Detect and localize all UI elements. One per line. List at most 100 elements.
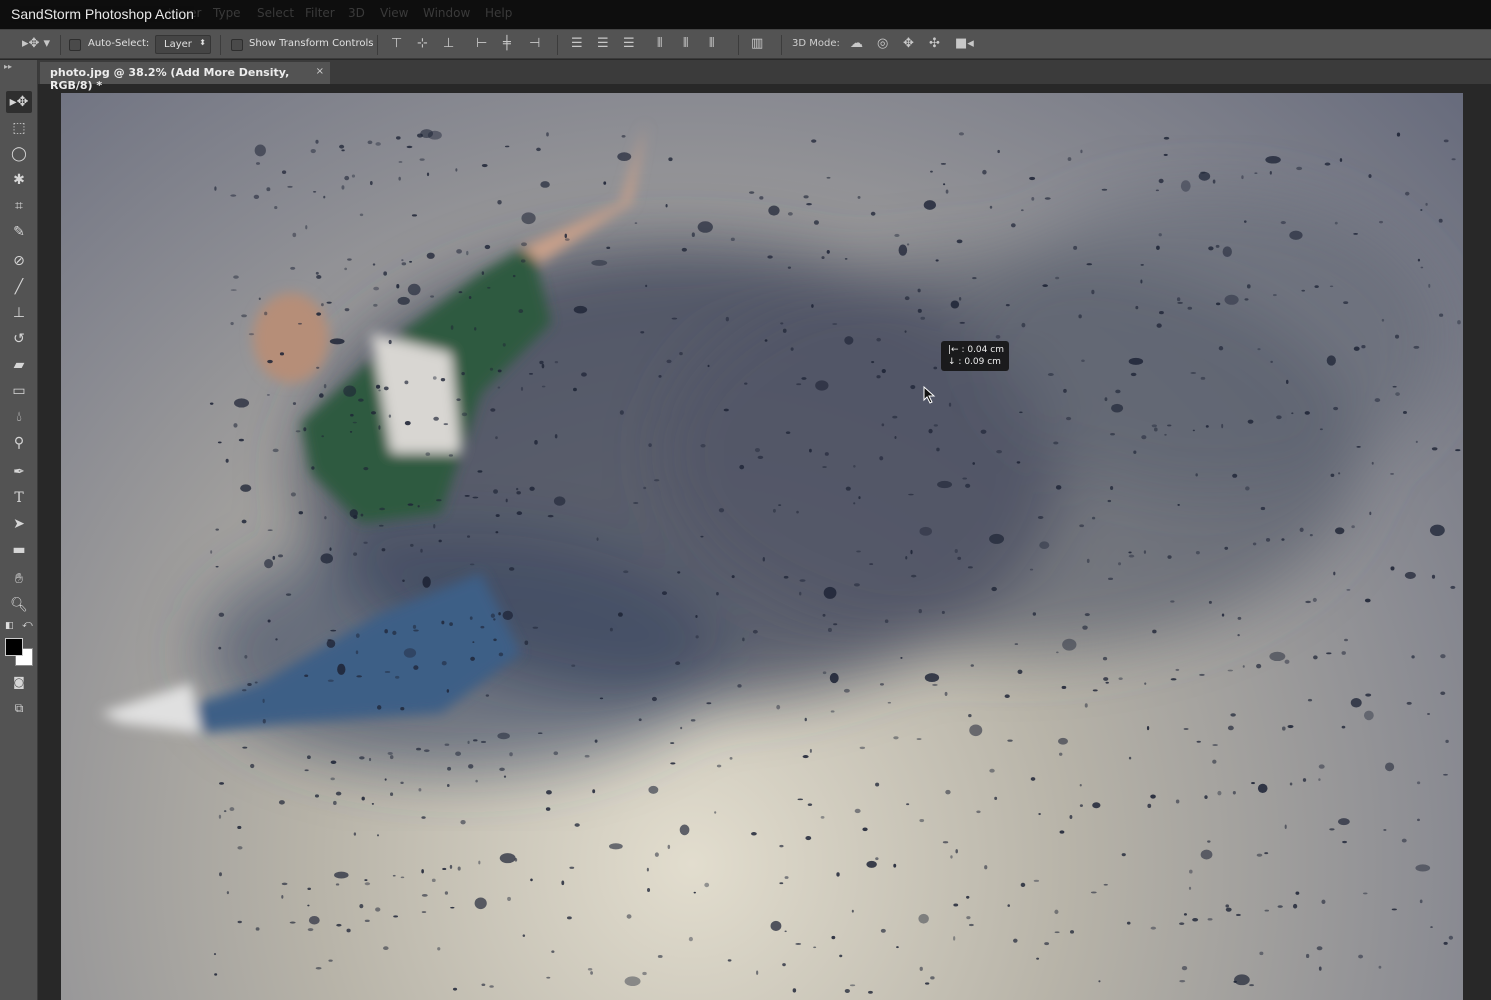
show-transform-checkbox[interactable] bbox=[231, 39, 243, 51]
particle bbox=[621, 134, 626, 138]
align-left-icon[interactable]: ⊢ bbox=[476, 37, 487, 51]
particle bbox=[432, 376, 437, 380]
particle bbox=[1020, 209, 1024, 212]
tool-brush[interactable]: ╱ bbox=[6, 276, 32, 298]
particle bbox=[297, 322, 302, 325]
particle bbox=[1341, 651, 1346, 655]
particle bbox=[321, 435, 324, 438]
auto-align-icon[interactable]: ▥ bbox=[751, 37, 763, 51]
particle bbox=[894, 436, 897, 439]
particle bbox=[461, 372, 465, 376]
screen-mode-icon[interactable]: ⧉ bbox=[6, 697, 32, 719]
particle bbox=[822, 466, 827, 468]
tool-type[interactable]: T bbox=[6, 487, 32, 509]
tool-eyedropper[interactable]: ✎ bbox=[6, 221, 32, 243]
particle bbox=[1324, 162, 1331, 166]
document-canvas[interactable] bbox=[61, 93, 1463, 1000]
particle bbox=[532, 626, 539, 629]
collapse-icon[interactable]: ▸▸ bbox=[4, 62, 12, 71]
particle bbox=[574, 823, 580, 827]
particle bbox=[452, 987, 458, 991]
menu-view[interactable]: View bbox=[380, 6, 408, 20]
tool-rectangle[interactable]: ▬ bbox=[6, 539, 32, 561]
align-vcenter-icon[interactable]: ⊹ bbox=[417, 37, 428, 51]
distribute-left-icon[interactable]: ⫴ bbox=[657, 37, 662, 51]
particle bbox=[1150, 794, 1156, 799]
tool-rectangular-marquee[interactable]: ⬚ bbox=[6, 117, 32, 139]
menu-3d[interactable]: 3D bbox=[348, 6, 365, 20]
particle bbox=[407, 503, 414, 506]
align-top-icon[interactable]: ⊤ bbox=[391, 37, 402, 51]
particle bbox=[688, 936, 693, 942]
align-bottom-icon[interactable]: ⊥ bbox=[443, 37, 454, 51]
tool-dodge[interactable]: ⚲ bbox=[6, 432, 32, 454]
particle bbox=[1147, 803, 1152, 809]
3d-scale-icon[interactable]: ■◂ bbox=[955, 37, 974, 51]
menu-window[interactable]: Window bbox=[423, 6, 470, 20]
particle bbox=[493, 489, 498, 494]
particle bbox=[512, 274, 516, 278]
close-tab-icon[interactable]: × bbox=[316, 66, 324, 77]
distribute-hcenter-icon[interactable]: ⫴ bbox=[683, 37, 688, 51]
particle bbox=[1319, 428, 1323, 431]
3d-pan-icon[interactable]: ✥ bbox=[903, 37, 914, 51]
tool-clone-stamp[interactable]: ⊥ bbox=[6, 302, 32, 324]
particle bbox=[305, 225, 308, 230]
particle bbox=[1257, 348, 1261, 351]
particle bbox=[497, 732, 510, 740]
tool-path-selection[interactable]: ➤ bbox=[6, 513, 32, 535]
swap-colors-icon[interactable]: ⤺ bbox=[22, 619, 33, 630]
distribute-top-icon[interactable]: ☰ bbox=[571, 37, 583, 51]
particle bbox=[1135, 305, 1139, 310]
particle bbox=[1256, 663, 1262, 669]
tool-spot-healing-brush[interactable]: ⊘ bbox=[6, 250, 32, 272]
particle bbox=[384, 778, 387, 781]
particle bbox=[1443, 139, 1449, 143]
menu-type[interactable]: Type bbox=[213, 6, 241, 20]
menu-select[interactable]: Select bbox=[257, 6, 294, 20]
particle bbox=[267, 529, 273, 532]
particle bbox=[1302, 778, 1307, 782]
distribute-bottom-icon[interactable]: ☰ bbox=[623, 37, 635, 51]
default-colors-icon[interactable]: ◧ bbox=[5, 621, 14, 631]
tool-blur[interactable]: 💧︎ bbox=[6, 406, 32, 428]
tool-gradient[interactable]: ▭ bbox=[6, 380, 32, 402]
quick-mask-icon[interactable]: ◙ bbox=[6, 671, 32, 693]
align-hcenter-icon[interactable]: ╪ bbox=[503, 37, 511, 51]
particle bbox=[894, 233, 900, 237]
tool-zoom[interactable]: 🔍︎ bbox=[6, 594, 32, 616]
particle bbox=[499, 853, 516, 864]
particle bbox=[272, 555, 276, 560]
foreground-color-swatch[interactable] bbox=[5, 638, 23, 656]
align-right-icon[interactable]: ⊣ bbox=[529, 37, 540, 51]
particle bbox=[935, 259, 939, 262]
3d-slide-icon[interactable]: ✣ bbox=[929, 37, 940, 51]
tool-move[interactable]: ▸✥ bbox=[6, 91, 32, 113]
particle bbox=[1455, 449, 1461, 452]
tool-pen[interactable]: ✒ bbox=[6, 461, 32, 483]
menu-help[interactable]: Help bbox=[485, 6, 512, 20]
tool-lasso[interactable]: ◯ bbox=[6, 143, 32, 165]
distribute-right-icon[interactable]: ⫴ bbox=[709, 37, 714, 51]
particle bbox=[1429, 524, 1445, 537]
menu-filter[interactable]: Filter bbox=[305, 6, 335, 20]
auto-select-checkbox[interactable] bbox=[69, 39, 81, 51]
tool-eraser[interactable]: ▰ bbox=[6, 354, 32, 376]
tool-magic-wand[interactable]: ✱ bbox=[6, 169, 32, 191]
particle bbox=[1246, 284, 1251, 289]
tool-crop[interactable]: ⌗ bbox=[6, 195, 32, 217]
particle bbox=[1440, 654, 1446, 659]
distribute-vcenter-icon[interactable]: ☰ bbox=[597, 37, 609, 51]
divider bbox=[557, 35, 558, 55]
particle bbox=[468, 764, 474, 769]
particle bbox=[541, 363, 545, 369]
tool-history-brush[interactable]: ↺ bbox=[6, 328, 32, 350]
tool-hand[interactable]: ✋︎ bbox=[6, 568, 32, 590]
particle bbox=[857, 195, 861, 199]
3d-rotate-icon[interactable]: ☁ bbox=[850, 37, 863, 51]
3d-roll-icon[interactable]: ◎ bbox=[877, 37, 888, 51]
layer-select[interactable]: Layer ⬍ bbox=[155, 35, 211, 54]
particle bbox=[521, 212, 536, 225]
document-tab[interactable]: photo.jpg @ 38.2% (Add More Density, RGB… bbox=[40, 62, 330, 92]
move-tool-preset-icon[interactable]: ▸✥ ▾ bbox=[22, 37, 50, 51]
